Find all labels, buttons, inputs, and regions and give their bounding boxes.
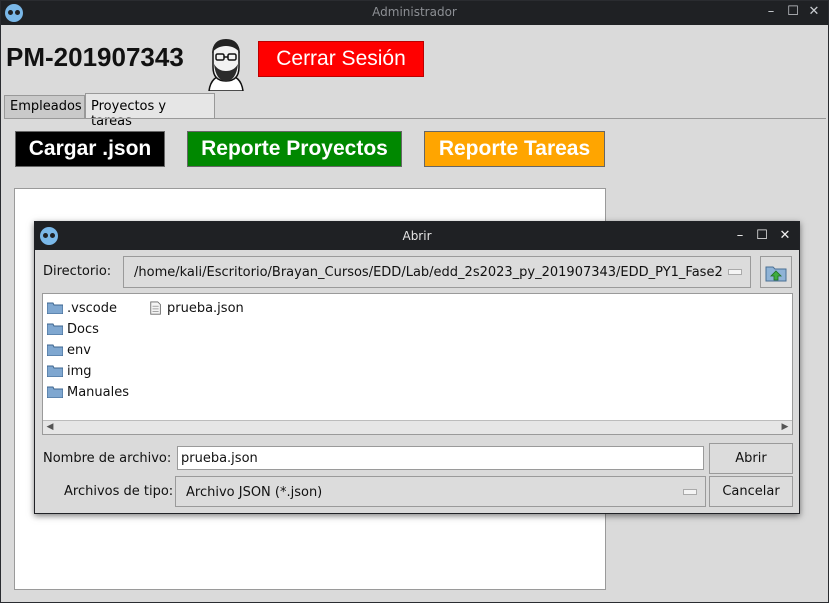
folder-name: env [67, 342, 91, 358]
avatar [208, 39, 244, 91]
window-title: Administrador [372, 5, 457, 19]
folder-icon [47, 344, 63, 356]
filetype-combo[interactable]: Archivo JSON (*.json) [175, 476, 706, 507]
folder-item[interactable]: Manuales [47, 383, 129, 401]
tab-empleados[interactable]: Empleados [4, 95, 85, 119]
dialog-close-icon[interactable]: ✕ [777, 228, 793, 243]
folder-name: .vscode [67, 300, 117, 316]
file-name: prueba.json [167, 300, 244, 316]
directory-combo[interactable]: /home/kali/Escritorio/Brayan_Cursos/EDD/… [123, 256, 751, 288]
folder-icon [47, 386, 63, 398]
dialog-minimize-icon[interactable]: – [732, 228, 748, 243]
dialog-titlebar: Abrir – ☐ ✕ [35, 222, 799, 250]
folder-up-icon [765, 266, 787, 282]
cancel-button[interactable]: Cancelar [709, 476, 793, 507]
maximize-icon[interactable]: ☐ [785, 4, 801, 19]
folder-item[interactable]: img [47, 362, 92, 380]
close-icon[interactable]: ✕ [806, 4, 822, 19]
tab-proyectos-y-tareas[interactable]: Proyectos y tareas [85, 93, 215, 129]
folder-icon [47, 302, 63, 314]
scroll-left-icon[interactable]: ◀ [44, 422, 56, 432]
logout-button[interactable]: Cerrar Sesión [258, 41, 424, 77]
open-button[interactable]: Abrir [709, 443, 793, 474]
chevron-down-icon [683, 489, 697, 495]
folder-icon [47, 365, 63, 377]
minimize-icon[interactable]: – [763, 4, 779, 19]
folder-name: Manuales [67, 384, 130, 400]
tab-divider [4, 118, 826, 119]
up-folder-button[interactable] [760, 256, 792, 288]
report-tasks-button[interactable]: Reporte Tareas [424, 131, 605, 167]
file-icon [150, 301, 161, 315]
chevron-down-icon [728, 269, 742, 275]
report-projects-button[interactable]: Reporte Proyectos [187, 131, 402, 167]
folder-icon [47, 323, 63, 335]
directory-path: /home/kali/Escritorio/Brayan_Cursos/EDD/… [134, 265, 723, 280]
username-label: PM-201907343 [6, 42, 184, 72]
scroll-right-icon[interactable]: ▶ [779, 422, 791, 432]
dialog-title: Abrir [402, 229, 432, 243]
folder-name: Docs [67, 321, 99, 337]
folder-name: img [67, 363, 92, 379]
load-json-button[interactable]: Cargar .json [15, 131, 165, 167]
filetype-label: Archivos de tipo: [64, 484, 174, 499]
filename-input[interactable]: prueba.json [177, 446, 704, 470]
filename-label: Nombre de archivo: [43, 451, 172, 466]
folder-item[interactable]: .vscode [47, 299, 117, 317]
folder-item[interactable]: Docs [47, 320, 99, 338]
directory-label: Directorio: [43, 264, 112, 279]
horizontal-scrollbar[interactable]: ◀ ▶ [43, 420, 792, 434]
main-window: Administrador – ☐ ✕ PM-201907343 Cerrar … [0, 0, 829, 603]
dialog-maximize-icon[interactable]: ☐ [754, 228, 770, 243]
open-file-dialog: Abrir – ☐ ✕ Directorio: /home/kali/Escri… [34, 221, 800, 514]
window-titlebar: Administrador – ☐ ✕ [1, 1, 828, 25]
file-item[interactable]: prueba.json [149, 299, 244, 317]
folder-item[interactable]: env [47, 341, 91, 359]
file-list[interactable]: .vscode Docs env img Manuales prueba.jso… [42, 293, 793, 435]
filetype-value: Archivo JSON (*.json) [186, 485, 323, 500]
